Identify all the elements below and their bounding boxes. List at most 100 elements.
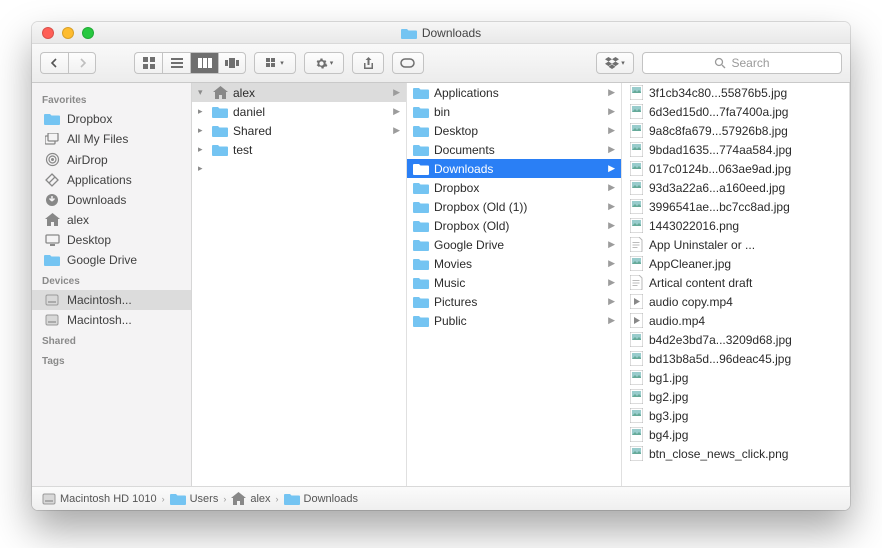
row-label: bin — [434, 105, 603, 119]
share-button[interactable] — [352, 52, 384, 74]
close-button[interactable] — [42, 27, 54, 39]
browser-row[interactable]: ▾alex▶ — [192, 83, 406, 102]
browser-row[interactable]: bg2.jpg — [622, 387, 849, 406]
expand-toggle[interactable]: ▸ — [198, 125, 207, 136]
browser-row[interactable]: Google Drive▶ — [407, 235, 621, 254]
coverflow-view-button[interactable] — [218, 52, 246, 74]
browser-row[interactable]: audio.mp4 — [622, 311, 849, 330]
column-1[interactable]: ▾alex▶▸daniel▶▸Shared▶▸test▸ — [192, 83, 407, 486]
airdrop-icon — [44, 152, 60, 167]
minimize-button[interactable] — [62, 27, 74, 39]
sidebar-item-label: Macintosh... — [67, 293, 132, 307]
browser-row[interactable]: AppCleaner.jpg — [622, 254, 849, 273]
desktop-icon — [44, 234, 60, 246]
browser-row[interactable]: 1443022016.png — [622, 216, 849, 235]
browser-row[interactable]: Dropbox (Old (1))▶ — [407, 197, 621, 216]
expand-toggle[interactable]: ▾ — [198, 87, 207, 98]
browser-row[interactable]: audio copy.mp4 — [622, 292, 849, 311]
action-button[interactable]: ▾ — [304, 52, 344, 74]
sidebar-item[interactable]: Macintosh... — [32, 290, 191, 310]
browser-row[interactable]: 9bdad1635...774aa584.jpg — [622, 140, 849, 159]
browser-row[interactable]: bg3.jpg — [622, 406, 849, 425]
path-segment[interactable]: Users — [170, 493, 219, 505]
browser-row[interactable]: Desktop▶ — [407, 121, 621, 140]
row-label: alex — [233, 86, 388, 100]
browser-row[interactable]: ▸ test — [192, 140, 406, 159]
chevron-right-icon: ▶ — [608, 125, 617, 136]
sidebar[interactable]: FavoritesDropboxAll My FilesAirDropAppli… — [32, 83, 192, 486]
browser-row[interactable]: Applications▶ — [407, 83, 621, 102]
sidebar-item[interactable]: Google Drive — [32, 250, 191, 270]
path-segment[interactable]: alex — [231, 492, 270, 506]
expand-toggle[interactable]: ▸ — [198, 144, 207, 155]
disk-icon — [44, 313, 60, 327]
zoom-button[interactable] — [82, 27, 94, 39]
browser-row[interactable]: 017c0124b...063ae9ad.jpg — [622, 159, 849, 178]
column-browser: ▾alex▶▸daniel▶▸Shared▶▸test▸ Application… — [192, 83, 850, 486]
sidebar-item[interactable]: Downloads — [32, 190, 191, 210]
arrange-button[interactable]: ▾ — [254, 52, 296, 74]
browser-row[interactable]: b4d2e3bd7a...3209d68.jpg — [622, 330, 849, 349]
browser-row[interactable]: ▸Shared▶ — [192, 121, 406, 140]
browser-row[interactable]: btn_close_news_click.png — [622, 444, 849, 463]
sidebar-item[interactable]: Macintosh... — [32, 310, 191, 330]
icon-view-button[interactable] — [134, 52, 162, 74]
browser-row[interactable]: Pictures▶ — [407, 292, 621, 311]
browser-row[interactable]: Artical content draft — [622, 273, 849, 292]
path-segment[interactable]: Macintosh HD 1010 — [42, 492, 157, 506]
path-segment[interactable]: Downloads — [284, 493, 358, 505]
folder-icon — [413, 144, 429, 156]
tags-button[interactable] — [392, 52, 424, 74]
downloads-icon — [44, 193, 60, 207]
dropbox-button[interactable]: ▾ — [596, 52, 634, 74]
browser-row[interactable]: bg1.jpg — [622, 368, 849, 387]
column-2[interactable]: Applications▶bin▶Desktop▶Documents▶Downl… — [407, 83, 622, 486]
search-field[interactable]: Search — [642, 52, 842, 74]
browser-row[interactable]: 9a8c8fa679...57926b8.jpg — [622, 121, 849, 140]
expand-toggle[interactable]: ▸ — [198, 163, 207, 174]
browser-row[interactable]: 3996541ae...bc7cc8ad.jpg — [622, 197, 849, 216]
browser-row[interactable]: ▸ — [192, 159, 406, 178]
share-icon — [363, 57, 374, 70]
browser-row[interactable]: bg4.jpg — [622, 425, 849, 444]
sidebar-item[interactable]: All My Files — [32, 129, 191, 149]
browser-row[interactable]: Dropbox▶ — [407, 178, 621, 197]
file-icon — [628, 237, 644, 252]
browser-row[interactable]: 6d3ed15d0...7fa7400a.jpg — [622, 102, 849, 121]
img-icon — [628, 123, 644, 138]
browser-row[interactable]: Documents▶ — [407, 140, 621, 159]
sidebar-item[interactable]: Applications — [32, 170, 191, 190]
browser-row[interactable]: bin▶ — [407, 102, 621, 121]
list-view-button[interactable] — [162, 52, 190, 74]
column-3[interactable]: 3f1cb34c80...55876b5.jpg6d3ed15d0...7fa7… — [622, 83, 850, 486]
row-label: test — [233, 143, 402, 157]
row-label: App Uninstaler or ... — [649, 238, 845, 252]
media-icon — [628, 313, 644, 328]
forward-button[interactable] — [68, 52, 96, 74]
row-label: Downloads — [434, 162, 603, 176]
browser-row[interactable]: 93d3a22a6...a160eed.jpg — [622, 178, 849, 197]
sidebar-item[interactable]: Dropbox — [32, 109, 191, 129]
path-label: Users — [190, 493, 219, 505]
row-label: 9bdad1635...774aa584.jpg — [649, 143, 845, 157]
sidebar-item[interactable]: Desktop — [32, 230, 191, 250]
folder-icon — [413, 182, 429, 194]
path-bar[interactable]: Macintosh HD 1010›Users›alex›Downloads — [32, 486, 850, 510]
sidebar-item[interactable]: alex — [32, 210, 191, 230]
browser-row[interactable]: Downloads▶ — [407, 159, 621, 178]
browser-row[interactable]: 3f1cb34c80...55876b5.jpg — [622, 83, 849, 102]
titlebar[interactable]: Downloads — [32, 22, 850, 44]
row-label: Applications — [434, 86, 603, 100]
browser-row[interactable]: Movies▶ — [407, 254, 621, 273]
browser-row[interactable]: Music▶ — [407, 273, 621, 292]
browser-row[interactable]: Public▶ — [407, 311, 621, 330]
browser-row[interactable]: ▸daniel▶ — [192, 102, 406, 121]
browser-row[interactable]: App Uninstaler or ... — [622, 235, 849, 254]
column-view-button[interactable] — [190, 52, 218, 74]
browser-row[interactable]: bd13b8a5d...96deac45.jpg — [622, 349, 849, 368]
sidebar-item[interactable]: AirDrop — [32, 149, 191, 170]
file-icon — [628, 275, 644, 290]
expand-toggle[interactable]: ▸ — [198, 106, 207, 117]
browser-row[interactable]: Dropbox (Old)▶ — [407, 216, 621, 235]
back-button[interactable] — [40, 52, 68, 74]
